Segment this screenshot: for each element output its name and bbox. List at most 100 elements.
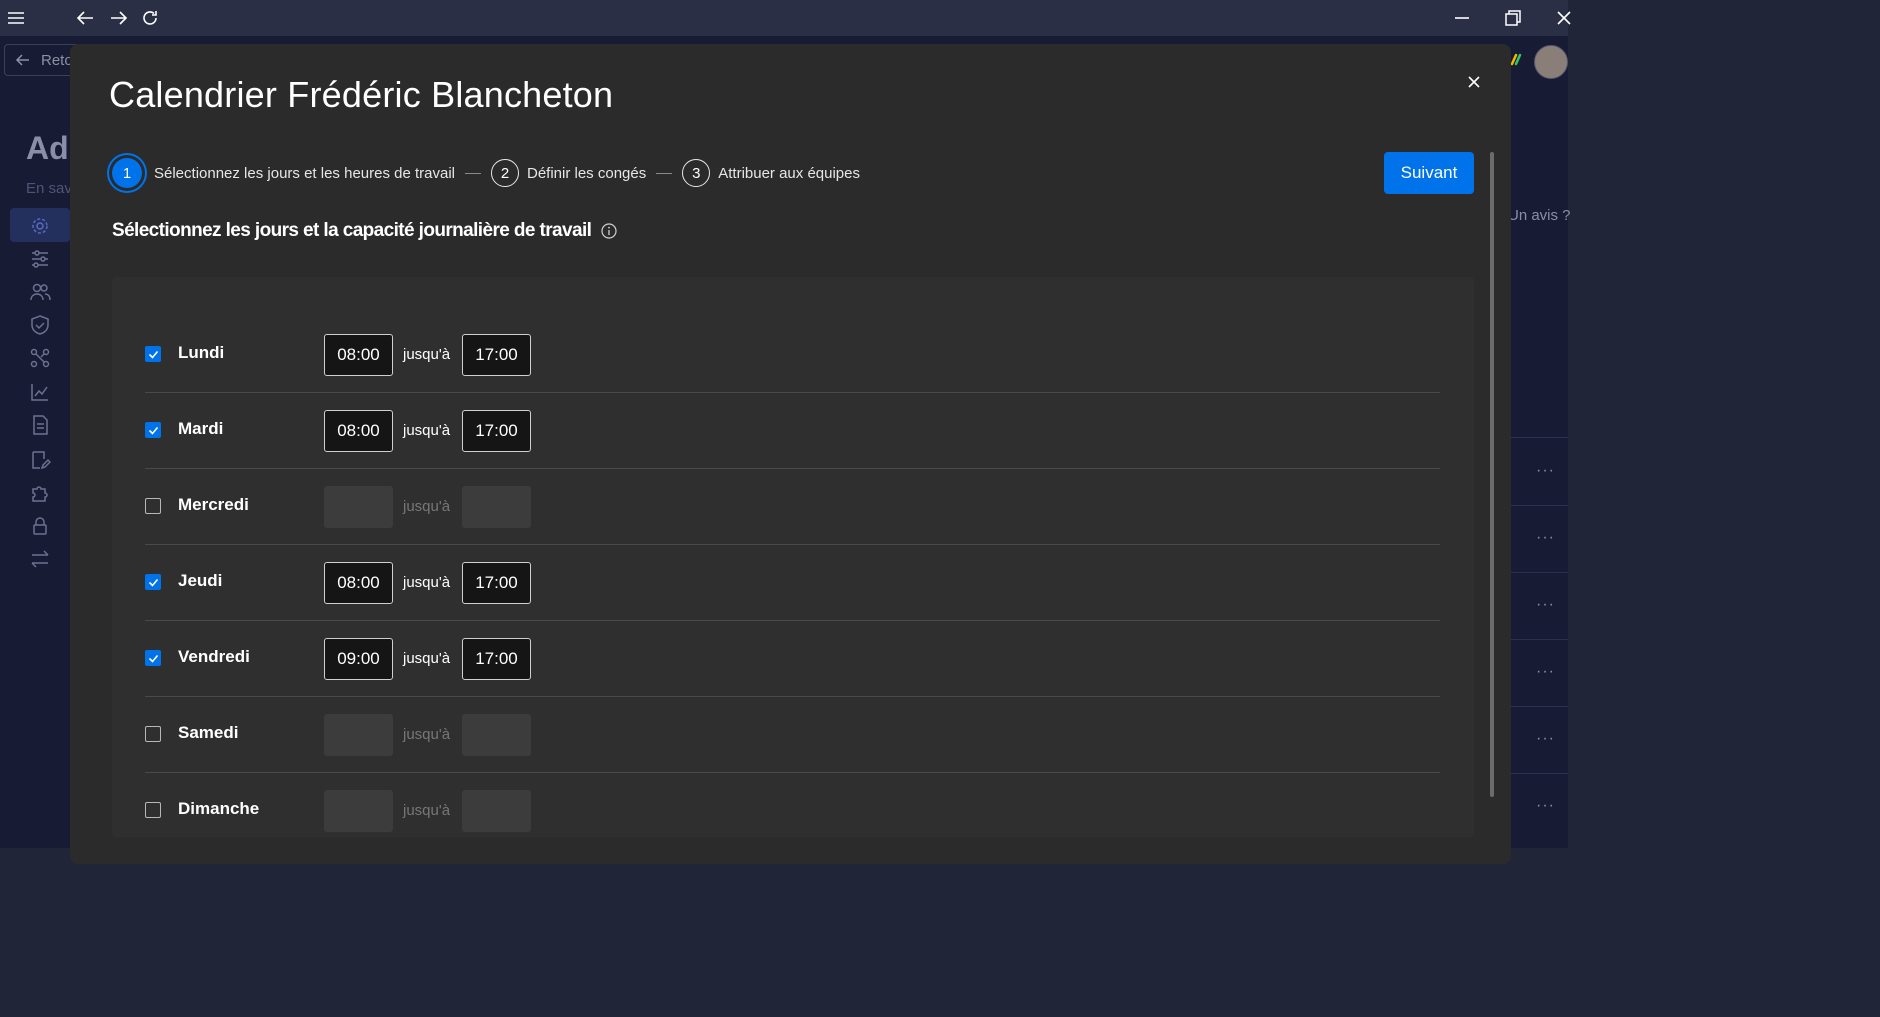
step-number: 3 — [682, 159, 711, 187]
minimize-icon[interactable] — [1450, 6, 1474, 30]
start-time-input[interactable] — [324, 486, 393, 528]
step-1[interactable]: 1 Sélectionnez les jours et les heures d… — [112, 158, 455, 188]
gear-icon[interactable] — [29, 215, 51, 237]
close-window-icon[interactable] — [1552, 6, 1576, 30]
lock-icon[interactable] — [29, 515, 51, 537]
stepper: 1 Sélectionnez les jours et les heures d… — [112, 154, 860, 192]
close-icon — [1468, 76, 1480, 88]
row-menu-icon[interactable]: ··· — [1536, 529, 1555, 547]
day-checkbox[interactable] — [145, 802, 161, 818]
start-time-input[interactable]: 08:00 — [324, 562, 393, 604]
checkmark-icon — [148, 654, 159, 663]
billing-icon[interactable] — [29, 414, 51, 436]
until-label: jusqu'à — [403, 346, 451, 363]
day-label: Mardi — [178, 419, 224, 438]
start-time-input[interactable]: 08:00 — [324, 410, 393, 452]
scrollbar[interactable] — [1490, 152, 1494, 797]
puzzle-icon[interactable] — [29, 482, 51, 504]
day-row-dimanche: Dimanche jusqu'à — [145, 773, 1440, 849]
day-checkbox[interactable] — [145, 346, 161, 362]
checkmark-icon — [148, 426, 159, 435]
brand-logo-icon — [1510, 52, 1524, 66]
start-time-input[interactable] — [324, 790, 393, 832]
day-row-vendredi: Vendredi 09:00 jusqu'à 17:00 — [145, 621, 1440, 697]
day-label: Jeudi — [178, 571, 223, 590]
step-2[interactable]: 2 Définir les congés — [491, 159, 646, 187]
background-row-divider — [1510, 505, 1568, 506]
calendar-modal: Calendrier Frédéric Blancheton 1 Sélecti… — [70, 44, 1511, 864]
step-label: Attribuer aux équipes — [718, 164, 860, 182]
step-label: Définir les congés — [527, 164, 647, 182]
info-icon[interactable] — [601, 223, 617, 239]
row-menu-icon[interactable]: ··· — [1536, 596, 1555, 614]
until-label: jusqu'à — [403, 650, 451, 667]
background-row-divider — [1510, 437, 1568, 438]
end-time-input[interactable] — [462, 486, 531, 528]
background-row-divider — [1510, 639, 1568, 640]
background-page-subtitle: En sav — [26, 180, 72, 197]
end-time-input[interactable]: 17:00 — [462, 638, 531, 680]
day-label: Vendredi — [178, 647, 250, 666]
step-number: 1 — [112, 158, 142, 188]
end-time-input[interactable]: 17:00 — [462, 410, 531, 452]
connections-icon[interactable] — [29, 347, 51, 369]
modal-title: Calendrier Frédéric Blancheton — [109, 74, 614, 115]
section-title: Sélectionnez les jours et la capacité jo… — [112, 220, 592, 241]
until-label: jusqu'à — [403, 802, 451, 819]
day-label: Lundi — [178, 343, 225, 362]
reload-icon[interactable] — [138, 6, 162, 30]
chart-icon[interactable] — [29, 381, 51, 403]
day-row-mercredi: Mercredi jusqu'à — [145, 469, 1440, 545]
day-row-lundi: Lundi 08:00 jusqu'à 17:00 — [145, 317, 1440, 393]
day-row-jeudi: Jeudi 08:00 jusqu'à 17:00 — [145, 545, 1440, 621]
step-label: Sélectionnez les jours et les heures de … — [154, 164, 455, 182]
shield-icon[interactable] — [29, 314, 51, 336]
edit-document-icon[interactable] — [29, 449, 52, 471]
day-checkbox[interactable] — [145, 574, 161, 590]
end-time-input[interactable]: 17:00 — [462, 562, 531, 604]
next-button[interactable]: Suivant — [1384, 152, 1474, 194]
day-checkbox[interactable] — [145, 726, 161, 742]
step-3[interactable]: 3 Attribuer aux équipes — [682, 159, 860, 187]
end-time-input[interactable] — [462, 714, 531, 756]
restore-window-icon[interactable] — [1501, 6, 1525, 30]
day-label: Mercredi — [178, 495, 249, 514]
step-separator — [465, 172, 481, 174]
row-menu-icon[interactable]: ··· — [1536, 462, 1555, 480]
end-time-input[interactable] — [462, 790, 531, 832]
start-time-input[interactable]: 09:00 — [324, 638, 393, 680]
day-checkbox[interactable] — [145, 650, 161, 666]
until-label: jusqu'à — [403, 498, 451, 515]
until-label: jusqu'à — [403, 422, 451, 439]
hamburger-menu-icon[interactable] — [4, 6, 28, 30]
step-number: 2 — [491, 159, 519, 187]
day-label: Samedi — [178, 723, 239, 742]
feedback-link[interactable]: Un avis ? — [1508, 207, 1571, 224]
day-row-samedi: Samedi jusqu'à — [145, 697, 1440, 773]
checkmark-icon — [148, 578, 159, 587]
until-label: jusqu'à — [403, 726, 451, 743]
sliders-icon[interactable] — [29, 248, 51, 270]
day-checkbox[interactable] — [145, 422, 161, 438]
row-menu-icon[interactable]: ··· — [1536, 797, 1555, 815]
checkmark-icon — [148, 350, 159, 359]
section-header: Sélectionnez les jours et la capacité jo… — [112, 220, 617, 242]
background-page-title: Ad — [26, 130, 69, 166]
step-separator — [656, 172, 673, 174]
background-row-divider — [1510, 572, 1568, 573]
start-time-input[interactable] — [324, 714, 393, 756]
browser-toolbar — [0, 0, 1571, 36]
close-modal-button[interactable] — [1462, 70, 1486, 94]
back-arrow-icon[interactable] — [74, 6, 98, 30]
back-button-label: Reto — [41, 51, 73, 69]
working-days-panel: Lundi 08:00 jusqu'à 17:00 Mardi 08:00 ju… — [112, 277, 1474, 837]
transfer-icon[interactable] — [29, 548, 51, 570]
day-checkbox[interactable] — [145, 498, 161, 514]
users-icon[interactable] — [29, 281, 51, 303]
start-time-input[interactable]: 08:00 — [324, 334, 393, 376]
forward-arrow-icon[interactable] — [106, 6, 130, 30]
avatar[interactable] — [1534, 45, 1568, 79]
row-menu-icon[interactable]: ··· — [1536, 663, 1555, 681]
end-time-input[interactable]: 17:00 — [462, 334, 531, 376]
row-menu-icon[interactable]: ··· — [1536, 730, 1555, 748]
